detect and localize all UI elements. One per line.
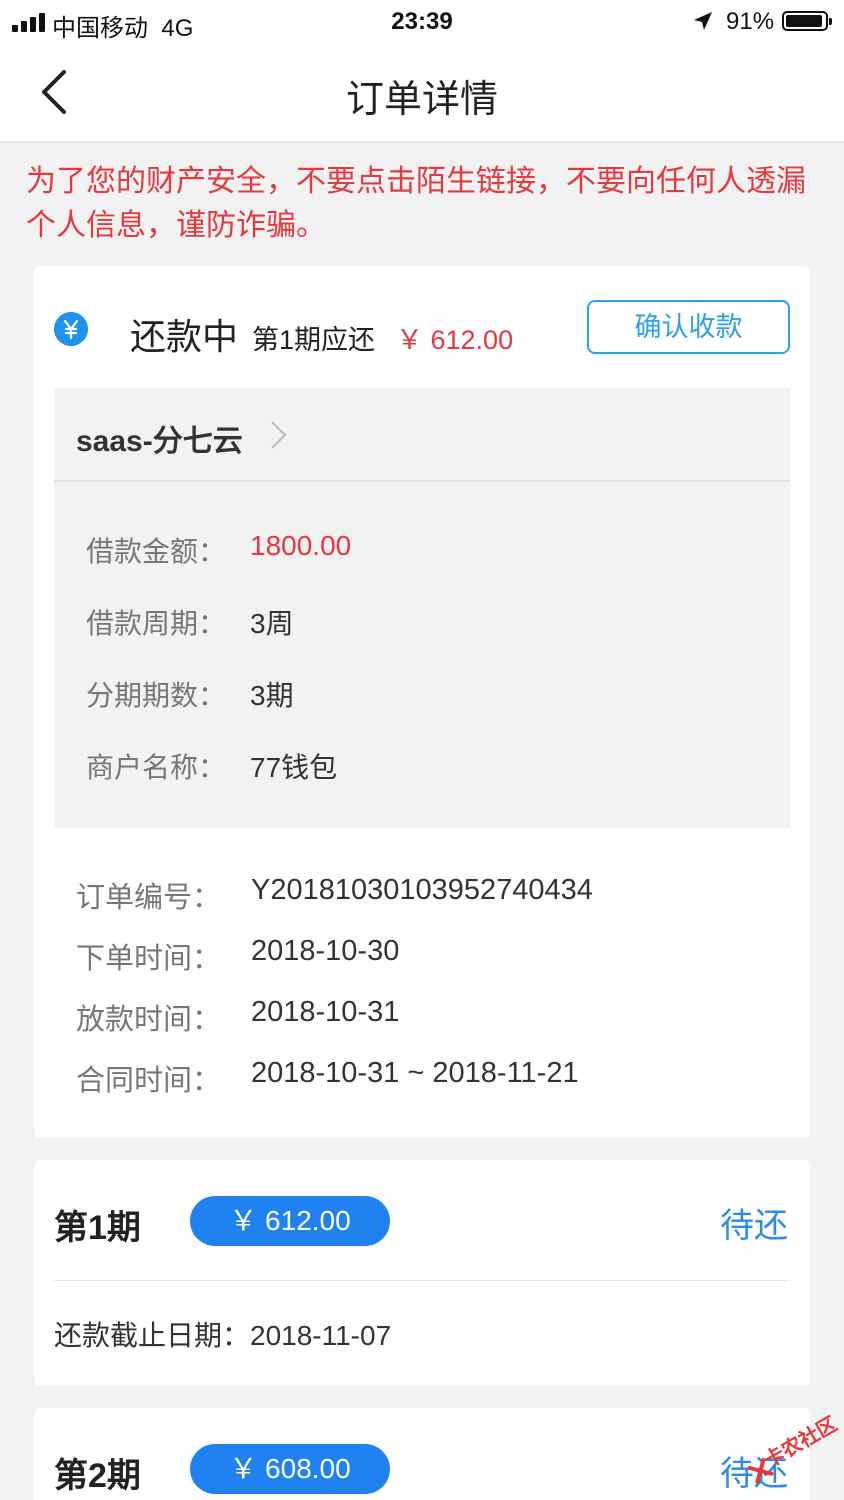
page-title: 订单详情 — [345, 79, 498, 121]
loan-term-value: 3周 — [250, 608, 294, 639]
installment-count-value: 3期 — [250, 680, 294, 711]
confirm-receipt-button[interactable]: 确认收款 — [587, 300, 790, 354]
merchant-value: 77钱包 — [250, 752, 338, 783]
disbursement-time-value: 2018-10-31 — [251, 996, 400, 1028]
loan-amount-value: 1800.00 — [250, 530, 352, 561]
period-amount-badge: ￥ 612.00 — [190, 1196, 390, 1246]
period-due-label: 第1期应还 — [252, 325, 376, 355]
order-time-value: 2018-10-30 — [251, 935, 400, 967]
product-row[interactable]: saas-分七云 — [54, 388, 790, 482]
period-status-link[interactable]: 待还 — [720, 1198, 788, 1247]
divider — [54, 1280, 790, 1281]
installment-count-label: 分期期数： — [86, 680, 227, 711]
status-time: 23:39 — [391, 8, 453, 35]
status-bar: 中国移动 4G 23:39 91% — [0, 0, 844, 44]
location-arrow-icon — [694, 12, 712, 30]
loan-term-label: 借款周期： — [86, 608, 227, 639]
product-name: saas-分七云 — [76, 425, 243, 458]
chevron-right-icon — [271, 421, 287, 449]
period-label: 第2期 — [54, 1457, 141, 1495]
period-card: 第1期 ￥ 612.00 待还 还款截止日期：2018-11-07 — [34, 1160, 810, 1386]
battery-percent: 91% — [726, 8, 775, 35]
order-number-value: Y20181030103952740434 — [251, 874, 593, 906]
disbursement-time-label: 放款时间： — [76, 1004, 222, 1036]
due-amount: ￥ 612.00 — [396, 325, 514, 355]
merchant-label: 商户名称： — [86, 752, 227, 783]
loan-details-box: saas-分七云 借款金额： 1800.00 借款周期： 3周 分期期数： 3期… — [54, 388, 790, 828]
security-warning: 为了您的财产安全，不要点击陌生链接，不要向任何人透漏个人信息，谨防诈骗。 — [26, 165, 806, 242]
contract-time-label: 合同时间： — [76, 1065, 222, 1097]
period-amount-badge: ￥ 608.00 — [190, 1444, 390, 1494]
repayment-deadline: 还款截止日期：2018-11-07 — [54, 1320, 392, 1351]
yen-icon — [54, 312, 88, 346]
loan-amount-label: 借款金额： — [86, 536, 227, 567]
order-card: 还款中 第1期应还 ￥ 612.00 确认收款 saas-分七云 借款金额： 1… — [34, 266, 810, 1138]
contract-time-value: 2018-10-31 ~ 2018-11-21 — [251, 1057, 579, 1089]
repayment-status: 还款中 — [130, 316, 239, 357]
battery-icon — [782, 11, 832, 31]
order-number-label: 订单编号： — [76, 882, 222, 914]
period-label: 第1期 — [54, 1209, 141, 1247]
top-bar: 中国移动 4G 23:39 91% 订单详情 — [0, 0, 844, 142]
watermark-text: 卡农社区 — [760, 1413, 842, 1473]
period-card: 第2期 ￥ 608.00 待还 — [34, 1408, 810, 1500]
order-time-label: 下单时间： — [76, 943, 222, 975]
